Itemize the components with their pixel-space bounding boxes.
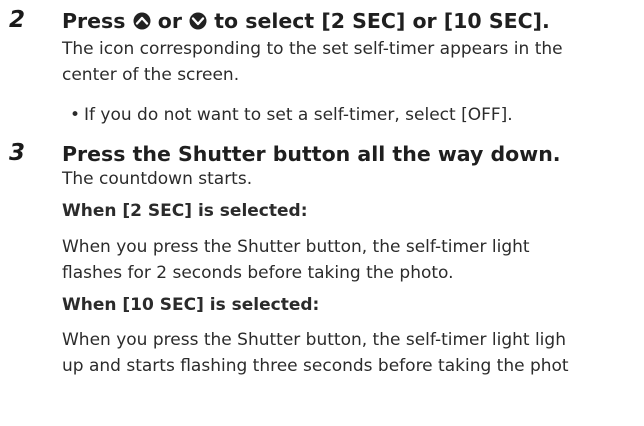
section-10sec-line-2: up and starts flashing three seconds bef… [62,356,569,376]
manual-page: 2 Press or to select [2 SEC] or [10 SEC]… [0,0,644,426]
step-2-title: Press or to select [2 SEC] or [10 SEC]. [62,9,550,33]
step-3-title: Press the Shutter button all the way dow… [62,142,561,166]
step-2-title-or: or [157,9,182,33]
step-2-bullet-text: If you do not want to set a self-timer, … [84,105,513,125]
down-arrow-button-icon [189,12,207,30]
section-10sec-line-1: When you press the Shutter button, the s… [62,330,566,350]
step-2-title-suffix: to select [2 SEC] or [10 SEC]. [214,9,550,33]
section-2sec-heading: When [2 SEC] is selected: [62,201,308,221]
step-2-number: 2 [9,7,26,33]
section-2sec-line-1: When you press the Shutter button, the s… [62,237,530,257]
bullet-icon: • [70,105,81,125]
step-2-description-line-2: center of the screen. [62,65,240,85]
step-2-description-line-1: The icon corresponding to the set self-t… [62,39,563,59]
step-2-bullet: • If you do not want to set a self-timer,… [70,103,513,127]
step-3-description: The countdown starts. [62,169,253,189]
up-arrow-button-icon [133,12,151,30]
section-10sec-heading: When [10 SEC] is selected: [62,295,320,315]
section-2sec-line-2: flashes for 2 seconds before taking the … [62,263,454,283]
step-2-title-prefix: Press [62,9,126,33]
step-3-number: 3 [9,140,26,166]
